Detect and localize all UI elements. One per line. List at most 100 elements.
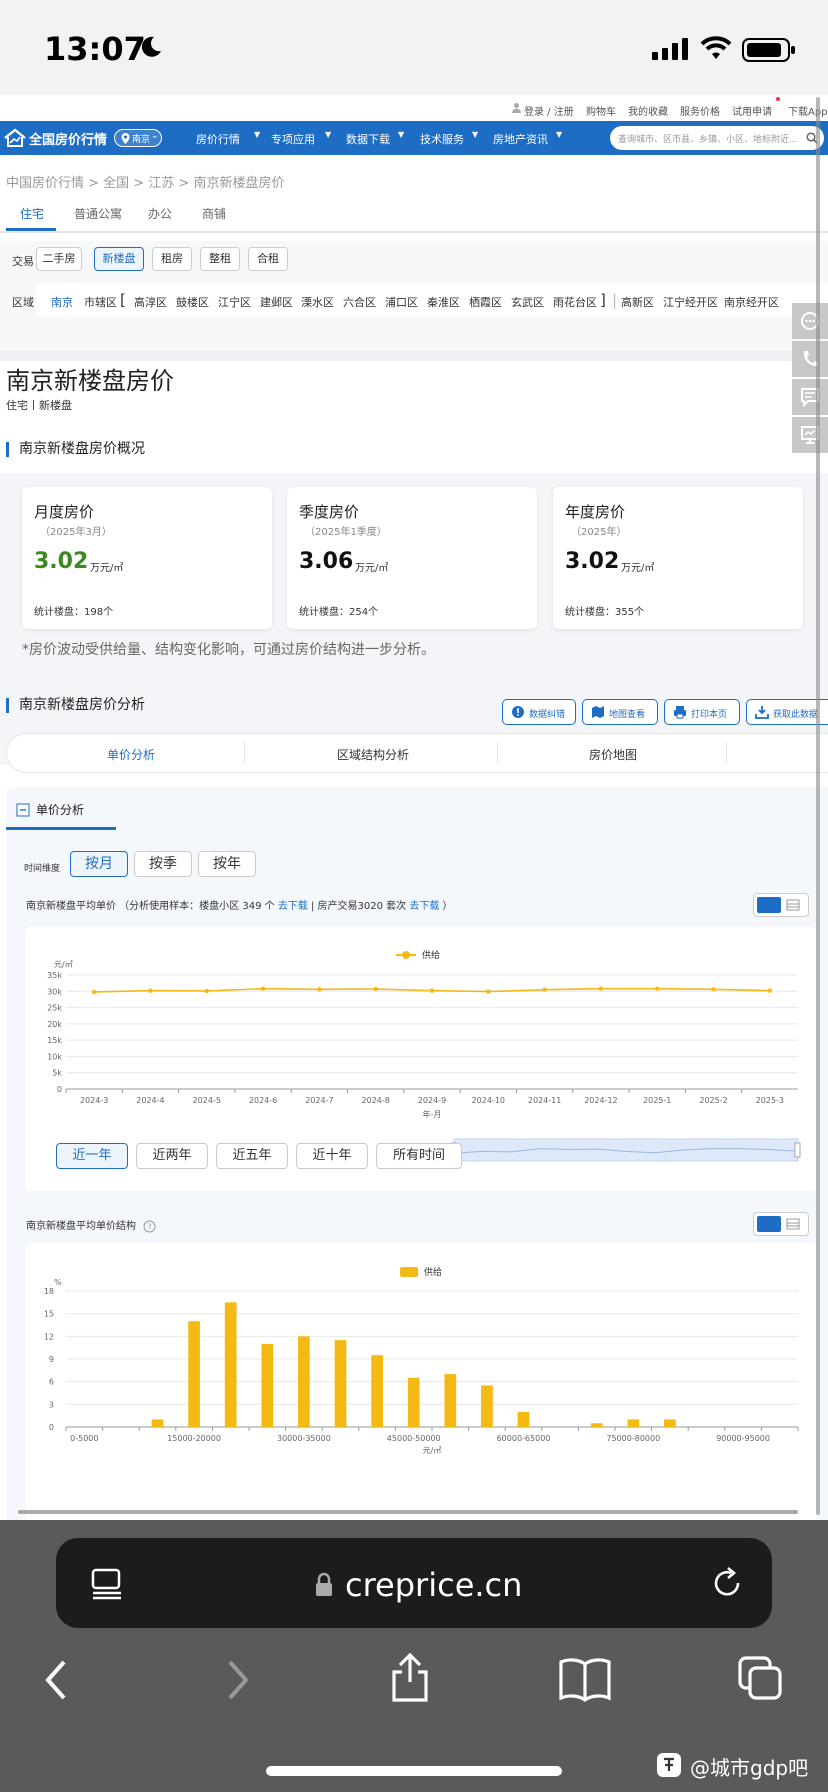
help-icon[interactable]: ? [143,1220,156,1233]
data-correction-button[interactable]: 数据纠错 [502,699,576,725]
data-point [655,986,660,991]
area-jianye[interactable]: 建邺区 [260,294,293,310]
map-view-button[interactable]: 地图查看 [582,699,658,725]
area-qixia[interactable]: 栖霞区 [469,294,502,310]
vertical-scrollbar[interactable] [816,97,820,1515]
breadcrumb[interactable]: 中国房价行情 > 全国 > 江苏 > 南京新楼盘房价 [6,172,284,191]
reader-menu-icon[interactable] [90,1568,124,1600]
city-selector[interactable]: 南京 ⌄ [114,129,162,147]
download-link-1[interactable]: 去下载 [278,901,308,912]
x-tick-label: 2024-3 [80,1096,108,1105]
range-5y-button[interactable]: 近五年 [216,1143,288,1169]
area-jiangning-econ[interactable]: 江宁经开区 [663,294,718,310]
area-jiangning[interactable]: 江宁区 [218,294,251,310]
data-point [429,988,435,993]
share-icon[interactable] [388,1652,432,1704]
area-gaoxin[interactable]: 高新区 [621,294,654,310]
trade-share-rent[interactable]: 合租 [248,247,288,271]
area-nanjing-econ[interactable]: 南京经开区 [724,294,779,310]
user-icon [512,103,521,113]
download-app-link[interactable]: 下载App [788,103,828,118]
area-pukou[interactable]: 浦口区 [385,294,418,310]
login-link[interactable]: 登录 / 注册 [524,103,574,118]
web-page: 登录 / 注册 购物车 我的收藏 服务价格 试用申请 下载App 全国房价行情 … [0,95,828,1520]
url-text[interactable]: creprice.cn [345,1566,522,1604]
range-all-button[interactable]: 所有时间 [376,1143,462,1169]
trade-new-home[interactable]: 新楼盘 [94,247,144,271]
tab-apartment[interactable]: 普通公寓 [74,205,122,222]
area-lishui[interactable]: 溧水区 [301,294,334,310]
bar [298,1336,310,1427]
top-utility-bar: 登录 / 注册 购物车 我的收藏 服务价格 试用申请 下载App [0,95,828,121]
trade-whole-rent[interactable]: 整租 [200,247,240,271]
area-xuanwu[interactable]: 玄武区 [511,294,544,310]
range-10y-button[interactable]: 近十年 [296,1143,368,1169]
back-icon[interactable] [42,1658,72,1702]
nav-item-tech[interactable]: 技术服务 [420,131,464,147]
collapse-icon[interactable] [16,803,30,817]
segment-price-map[interactable]: 房价地图 [589,746,637,763]
x-tick-label: 60000-65000 [497,1434,551,1443]
nav-item-special[interactable]: 专项应用 [271,131,315,147]
side-feedback-button[interactable] [792,379,828,415]
site-logo-text[interactable]: 全国房价行情 [29,129,107,148]
side-phone-button[interactable] [792,341,828,377]
tab-shop[interactable]: 商铺 [202,205,226,222]
segment-area-structure[interactable]: 区域结构分析 [337,746,409,763]
nav-item-news[interactable]: 房地产资讯 [493,131,548,147]
trade-resale[interactable]: 二手房 [36,247,82,271]
print-button[interactable]: 打印本页 [664,699,740,725]
area-gaochun[interactable]: 高淳区 [134,294,167,310]
bookmarks-icon[interactable] [558,1656,612,1702]
tab-residential[interactable]: 住宅 [20,205,44,222]
table-view-icon[interactable] [786,1217,800,1231]
get-data-label: 获取此数据 [773,710,819,720]
chart-table-toggle[interactable] [753,893,809,917]
area-shixiaqu[interactable]: 市辖区 [84,294,117,310]
area-gulou[interactable]: 鼓楼区 [176,294,209,310]
chart-view-icon[interactable] [757,897,781,913]
search-input[interactable]: 查询城市、区市县、乡镇、小区、地标附近... [610,126,824,150]
cellular-signal-icon [652,38,688,60]
card-title: 年度房价 [565,503,626,521]
y-tick-label: 18 [44,1287,54,1296]
tabs-icon[interactable] [736,1654,784,1702]
data-point [317,987,322,992]
bar [371,1355,383,1427]
price-service-link[interactable]: 服务价格 [680,103,720,118]
divider: | [612,291,618,309]
range-2y-button[interactable]: 近两年 [136,1143,208,1169]
card-unit: 万元/㎡ [621,563,655,574]
area-yuhuatai[interactable]: 雨花台区 [553,294,597,310]
cart-link[interactable]: 购物车 [586,103,616,118]
y-axis-label: % [54,1278,62,1287]
x-tick-label: 0-5000 [70,1434,98,1443]
bar-chart-table-toggle[interactable] [753,1212,809,1236]
nav-item-price[interactable]: 房价行情 [196,131,240,147]
x-tick-label: 2024-11 [528,1096,561,1105]
line-chart-title-suffix: ） [439,901,453,912]
horizontal-scrollbar[interactable] [18,1510,798,1514]
range-1y-button[interactable]: 近一年 [56,1143,128,1169]
time-yearly-button[interactable]: 按年 [198,851,256,877]
bar-chart-title: 南京新楼盘平均单价结构 ? [26,1217,156,1233]
side-chat-button[interactable] [792,303,828,339]
favorites-link[interactable]: 我的收藏 [628,103,668,118]
download-link-2[interactable]: 去下载 [409,901,439,912]
time-quarterly-button[interactable]: 按季 [134,851,192,877]
tab-office[interactable]: 办公 [148,205,172,222]
nav-item-data-download[interactable]: 数据下载 [346,131,390,147]
forward-icon[interactable] [222,1658,252,1702]
reload-icon[interactable] [710,1566,744,1600]
data-point [260,986,266,991]
trial-link[interactable]: 试用申请 [732,103,772,118]
side-report-button[interactable] [792,417,828,453]
segment-unit-price[interactable]: 单价分析 [107,746,155,763]
trade-rent[interactable]: 租房 [152,247,192,271]
area-nanjing[interactable]: 南京 [51,294,73,310]
time-monthly-button[interactable]: 按月 [70,851,128,877]
area-qinhuai[interactable]: 秦淮区 [427,294,460,310]
table-view-icon[interactable] [786,898,800,912]
chart-view-icon[interactable] [757,1216,781,1232]
area-liuhe[interactable]: 六合区 [343,294,376,310]
